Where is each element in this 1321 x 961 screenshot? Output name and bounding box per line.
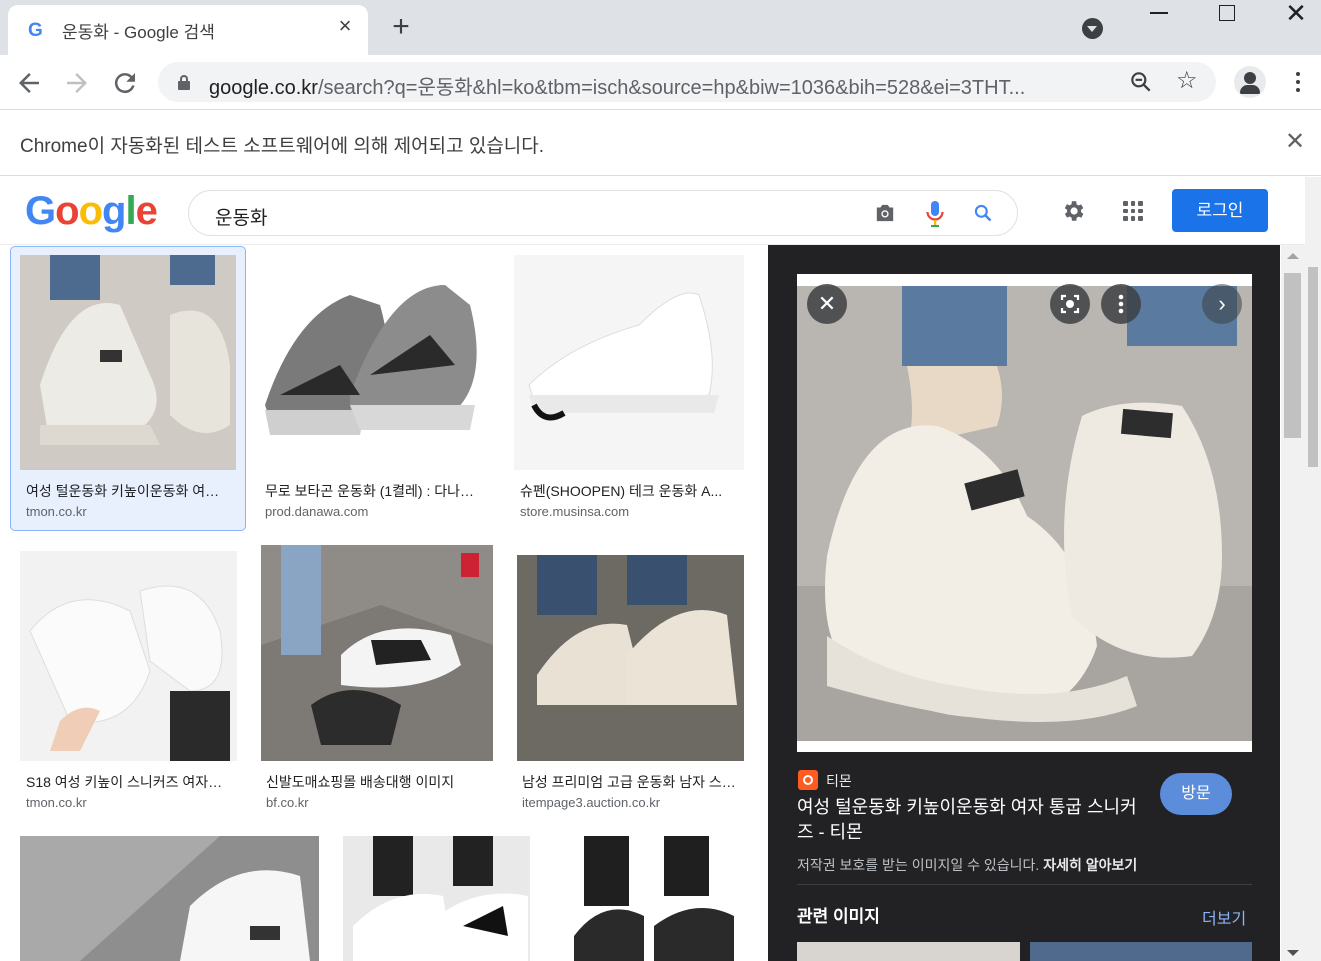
automation-infobar: Chrome이 자동화된 테스트 소프트웨어에 의해 제어되고 있습니다. ✕ — [0, 110, 1321, 176]
result-source: itempage3.auction.co.kr — [522, 795, 661, 810]
url-text[interactable]: google.co.kr/search?q=운동화&hl=ko&tbm=isch… — [209, 71, 1119, 100]
google-logo[interactable]: Google — [25, 189, 158, 233]
back-icon[interactable] — [14, 68, 44, 98]
result-source: prod.danawa.com — [265, 504, 369, 519]
minimize-button[interactable] — [1150, 12, 1168, 14]
scroll-up-arrow-icon[interactable] — [1287, 253, 1299, 259]
infobar-message: Chrome이 자동화된 테스트 소프트웨어에 의해 제어되고 있습니다. — [20, 136, 545, 157]
preview-title[interactable]: 여성 털운동화 키높이운동화 여자 통굽 스니커즈 - 티몬 — [797, 795, 1152, 845]
result-thumbnail[interactable] — [554, 836, 744, 961]
preview-image[interactable] — [797, 286, 1252, 741]
panel-divider — [797, 884, 1252, 885]
maximize-button[interactable] — [1219, 5, 1235, 21]
google-favicon-icon: G — [28, 20, 43, 41]
result-caption: 여성 털운동화 키높이운동화 여자 통굽 스니커즈 - 티몬 — [26, 483, 226, 499]
next-image-icon[interactable]: › — [1202, 284, 1242, 324]
result-caption: 무로 보타곤 운동화 (1켤레) : 다나와 가격비교 — [265, 483, 480, 499]
copyright-text: 저작권 보호를 받는 이미지일 수 있습니다. — [797, 857, 1040, 873]
result-caption: 신발도매쇼핑몰 배송대행 이미지 — [266, 774, 455, 790]
lens-search-icon[interactable] — [1050, 284, 1090, 324]
tmon-favicon-icon — [798, 770, 818, 790]
learn-more-link[interactable]: 자세히 알아보기 — [1043, 857, 1137, 873]
result-source: tmon.co.kr — [26, 504, 87, 519]
new-tab-button[interactable]: + — [386, 12, 416, 42]
scrollbar-thumb[interactable] — [1284, 273, 1301, 438]
menu-icon[interactable] — [1288, 70, 1308, 94]
browser-tab[interactable]: G 운동화 - Google 검색 × — [8, 5, 368, 55]
lock-icon[interactable] — [178, 75, 190, 90]
browser-toolbar: google.co.kr/search?q=운동화&hl=ko&tbm=isch… — [0, 55, 1321, 110]
result-source: tmon.co.kr — [26, 795, 87, 810]
result-thumbnail[interactable] — [260, 255, 490, 470]
google-header: Google 운동화 로그인 — [0, 177, 1305, 245]
camera-icon[interactable] — [874, 203, 896, 223]
related-image-thumbnail[interactable] — [797, 942, 1020, 961]
infobar-close-icon[interactable]: ✕ — [1283, 130, 1307, 154]
gear-icon[interactable] — [1060, 198, 1086, 224]
forward-icon[interactable] — [62, 68, 92, 98]
result-thumbnail[interactable] — [20, 836, 319, 961]
result-caption: S18 여성 키높이 스니커즈 여자 운동화 — [26, 774, 226, 790]
search-box[interactable]: 운동화 — [188, 190, 1018, 236]
visit-button[interactable]: 방문 — [1160, 773, 1232, 815]
address-bar[interactable]: google.co.kr/search?q=운동화&hl=ko&tbm=isch… — [158, 62, 1216, 102]
result-thumbnail[interactable] — [20, 255, 236, 470]
close-preview-icon[interactable]: ✕ — [807, 284, 847, 324]
tab-search-icon[interactable] — [1082, 18, 1103, 39]
reload-icon[interactable] — [110, 68, 140, 98]
tab-title: 운동화 - Google 검색 — [62, 23, 215, 42]
result-source: bf.co.kr — [266, 795, 309, 810]
result-thumbnail[interactable] — [517, 555, 744, 761]
result-caption: 남성 프리미엄 고급 운동화 남자 스니커즈 — [522, 774, 740, 790]
panel-scrollbar[interactable] — [1281, 245, 1305, 961]
login-button[interactable]: 로그인 — [1172, 189, 1268, 232]
profile-icon[interactable] — [1234, 66, 1266, 98]
result-source: store.musinsa.com — [520, 504, 630, 519]
result-thumbnail[interactable] — [261, 545, 493, 761]
preview-site-name[interactable]: 티몬 — [826, 771, 852, 791]
window-close-button[interactable]: ✕ — [1284, 0, 1308, 26]
mic-icon[interactable] — [925, 200, 945, 228]
result-caption: 슈펜(SHOOPEN) 테크 운동화 A... — [520, 483, 723, 499]
search-icon[interactable] — [973, 203, 993, 223]
tab-strip: G 운동화 - Google 검색 × + ✕ — [0, 0, 1321, 55]
zoom-icon[interactable] — [1128, 69, 1154, 95]
related-images-heading: 관련 이미지 — [797, 907, 880, 926]
apps-grid-icon[interactable] — [1123, 201, 1143, 221]
page-scrollbar[interactable] — [1305, 177, 1321, 961]
more-link[interactable]: 더보기 — [1202, 905, 1246, 929]
bookmark-star-icon[interactable]: ☆ — [1176, 67, 1198, 95]
copyright-notice: 저작권 보호를 받는 이미지일 수 있습니다. 자세히 알아보기 — [797, 855, 1137, 875]
result-thumbnail[interactable] — [20, 551, 237, 761]
tab-close-icon[interactable]: × — [334, 15, 356, 37]
result-thumbnail[interactable] — [514, 255, 744, 470]
result-thumbnail[interactable] — [343, 836, 530, 961]
scroll-down-arrow-icon[interactable] — [1287, 950, 1299, 956]
url-path: /search?q=운동화&hl=ko&tbm=isch&source=hp&b… — [317, 77, 1026, 99]
page-scrollbar-thumb[interactable] — [1308, 267, 1318, 467]
related-image-thumbnail[interactable] — [1030, 942, 1252, 961]
url-host: google.co.kr — [209, 77, 318, 99]
more-options-icon[interactable] — [1101, 284, 1141, 324]
search-input[interactable]: 운동화 — [215, 203, 267, 230]
